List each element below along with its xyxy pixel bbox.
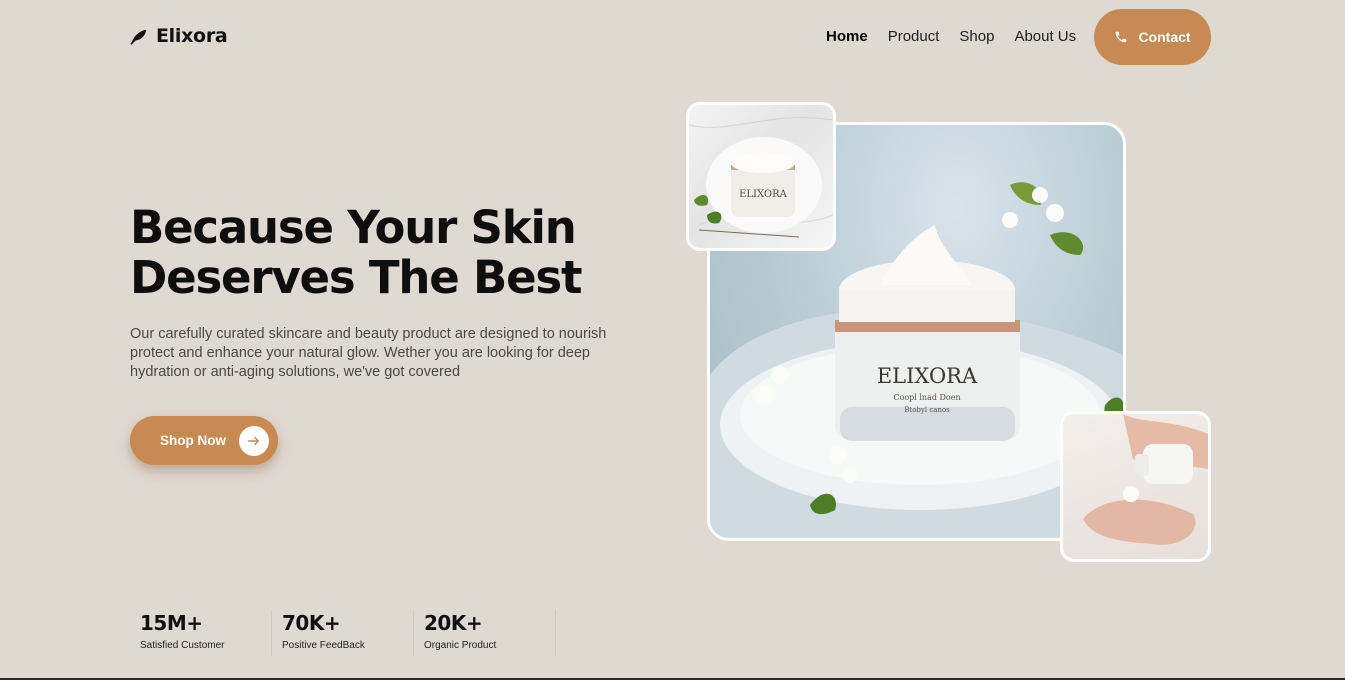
stat-label: Positive FeedBack xyxy=(282,640,365,651)
stats-row: 15M+ Satisfied Customer 70K+ Positive Fe… xyxy=(130,610,556,656)
contact-button[interactable]: Contact xyxy=(1094,9,1211,65)
stat-label: Satisfied Customer xyxy=(140,640,225,651)
hero-title-line-2: Deserves The Best xyxy=(130,251,583,304)
jar-brand-label: ELIXORA xyxy=(877,364,978,388)
nav-product[interactable]: Product xyxy=(888,28,940,45)
nav-home[interactable]: Home xyxy=(826,28,868,45)
shop-now-label: Shop Now xyxy=(160,433,226,448)
stat-value: 70K+ xyxy=(282,611,341,635)
stat-value: 15M+ xyxy=(140,611,203,635)
phone-icon xyxy=(1116,31,1127,43)
hero-title: Because Your Skin Deserves The Best xyxy=(130,203,650,303)
arrow-right-icon xyxy=(239,426,269,456)
stat-value: 20K+ xyxy=(424,611,483,635)
thumbnail-hand-lotion[interactable] xyxy=(1060,411,1211,562)
hero-title-line-1: Because Your Skin xyxy=(130,201,577,254)
stat-label: Organic Product xyxy=(424,640,497,651)
nav-shop[interactable]: Shop xyxy=(959,28,994,45)
leaf-logo-icon xyxy=(130,29,147,45)
contact-label: Contact xyxy=(1138,29,1191,45)
main-nav: Home Product Shop About Us xyxy=(826,28,1076,45)
thumbnail-cream-jar[interactable]: ELIXORA xyxy=(686,102,836,251)
stat-organic-product: 20K+ Organic Product xyxy=(414,610,556,656)
jar-line-2: Coopl lnad Doen xyxy=(893,393,960,402)
svg-text:ELIXORA: ELIXORA xyxy=(739,189,788,200)
shop-now-button[interactable]: Shop Now xyxy=(130,416,278,465)
jar-line-3: Btobyl canos xyxy=(904,406,950,414)
hero-description: Our carefully curated skincare and beaut… xyxy=(130,326,607,380)
stat-positive-feedback: 70K+ Positive FeedBack xyxy=(272,610,414,656)
nav-about-us[interactable]: About Us xyxy=(1014,28,1076,45)
stat-satisfied-customer: 15M+ Satisfied Customer xyxy=(130,610,272,656)
brand-name: Elixora xyxy=(156,25,228,47)
brand-logo[interactable]: Elixora xyxy=(130,25,228,47)
